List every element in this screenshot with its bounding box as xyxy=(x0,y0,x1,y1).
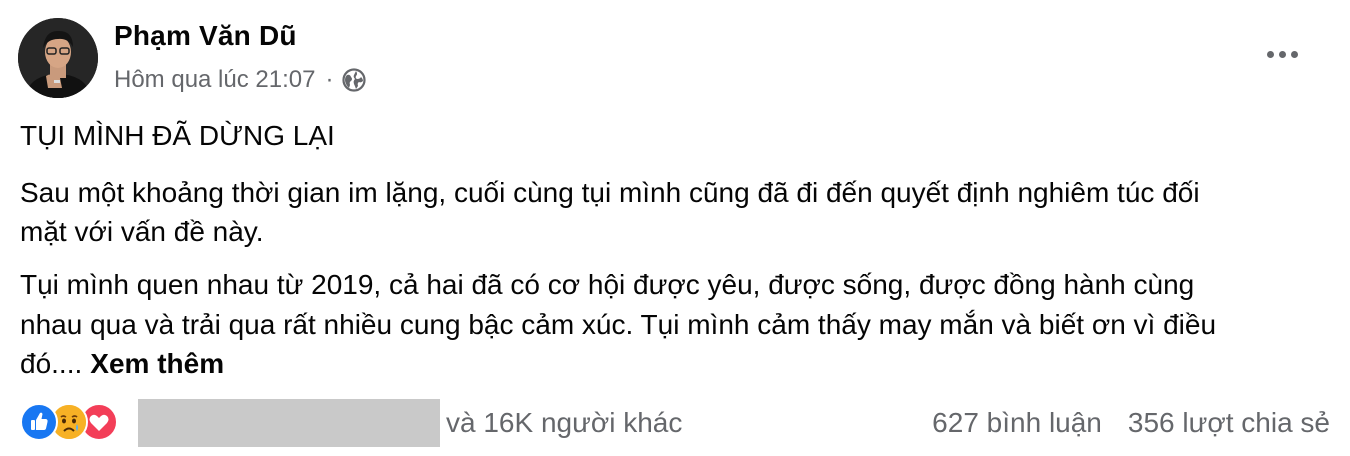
paragraph2-line3: đó.... Xem thêm xyxy=(20,344,224,384)
meta-separator: · xyxy=(325,66,334,93)
facebook-post: Phạm Văn Dũ Hôm qua lúc 21:07 · TỤI MÌNH… xyxy=(0,0,1350,456)
post-title: TỤI MÌNH ĐÃ DỪNG LẠI xyxy=(20,120,335,151)
more-options-icon-dot xyxy=(1278,50,1286,58)
paragraph1-line2: mặt với vấn đề này. xyxy=(20,216,264,247)
post-timestamp[interactable]: Hôm qua lúc 21:07 xyxy=(114,66,315,94)
more-options-button[interactable] xyxy=(1262,36,1302,72)
redacted-reactor-names xyxy=(138,399,440,447)
globe-icon[interactable] xyxy=(341,67,367,93)
author-name[interactable]: Phạm Văn Dũ xyxy=(114,20,297,52)
paragraph2-line3-text: đó.... xyxy=(20,348,83,379)
engagement-stats: 627 bình luận 356 lượt chia sẻ xyxy=(932,401,1330,445)
shares-count[interactable]: 356 lượt chia sẻ xyxy=(1128,401,1330,445)
paragraph2-line1: Tụi mình quen nhau từ 2019, cả hai đã có… xyxy=(20,269,1195,300)
more-options-icon xyxy=(1266,50,1274,58)
see-more-link[interactable]: Xem thêm xyxy=(90,348,224,379)
like-icon xyxy=(20,403,58,441)
reactors-count[interactable]: và 16K người khác xyxy=(446,401,682,445)
author-avatar[interactable] xyxy=(18,18,98,98)
reaction-icons[interactable] xyxy=(20,402,118,442)
comments-count[interactable]: 627 bình luận xyxy=(932,401,1102,445)
post-meta: Hôm qua lúc 21:07 · xyxy=(114,63,367,97)
paragraph2-line2: nhau qua và trải qua rất nhiều cung bậc … xyxy=(20,309,1217,340)
more-options-icon-dot xyxy=(1290,50,1298,58)
profile-photo xyxy=(18,18,98,98)
stats-gap xyxy=(1102,401,1128,445)
paragraph1-line1: Sau một khoảng thời gian im lặng, cuối c… xyxy=(20,177,1200,208)
